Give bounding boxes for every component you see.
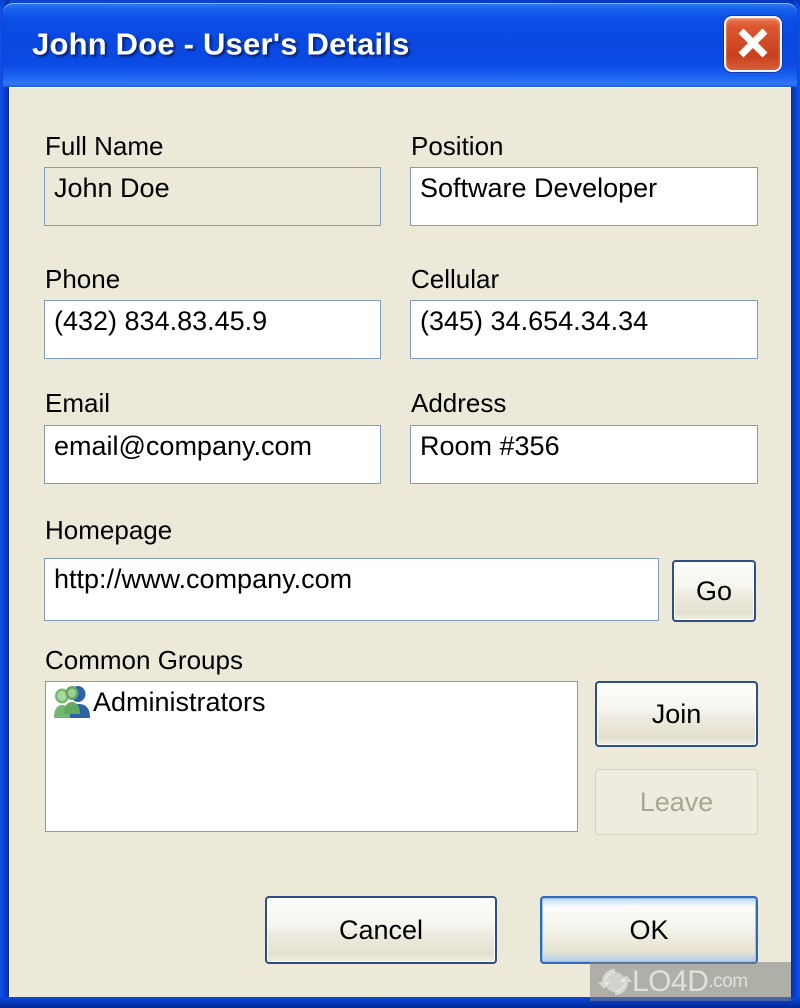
address-label: Address: [411, 388, 507, 418]
join-button[interactable]: Join: [595, 681, 758, 747]
phone-label: Phone: [45, 264, 121, 294]
watermark-name: LO4D: [632, 964, 709, 998]
address-input[interactable]: Room #356: [410, 425, 758, 484]
dialog-body: Full Name John Doe Position Software Dev…: [9, 87, 791, 997]
title-bar[interactable]: John Doe - User's Details: [3, 3, 797, 87]
go-button[interactable]: Go: [672, 560, 756, 622]
position-input[interactable]: Software Developer: [410, 167, 758, 226]
phone-input[interactable]: (432) 834.83.45.9: [44, 300, 381, 359]
watermark-tld: .com: [708, 971, 748, 992]
refresh-circle-icon: [598, 968, 632, 995]
watermark: LO4D .com: [590, 962, 791, 1001]
leave-button: Leave: [595, 769, 758, 835]
dialog-window: John Doe - User's Details Full Name John…: [0, 0, 800, 1008]
close-icon: [738, 28, 768, 58]
email-input[interactable]: email@company.com: [44, 425, 381, 484]
homepage-label: Homepage: [45, 515, 173, 545]
list-item[interactable]: Administrators: [46, 682, 577, 722]
common-groups-list[interactable]: Administrators: [45, 681, 578, 832]
cellular-label: Cellular: [411, 264, 500, 294]
full-name-input[interactable]: John Doe: [44, 167, 381, 226]
window-border-left: [0, 0, 9, 1008]
homepage-input[interactable]: http://www.company.com: [44, 558, 659, 621]
list-item-label: Administrators: [93, 686, 266, 717]
cellular-input[interactable]: (345) 34.654.34.34: [410, 300, 758, 359]
common-groups-label: Common Groups: [45, 645, 243, 675]
position-label: Position: [411, 131, 504, 161]
email-label: Email: [45, 388, 111, 418]
full-name-label: Full Name: [45, 131, 164, 161]
window-border-right: [791, 0, 800, 1008]
close-button[interactable]: [724, 16, 782, 72]
window-title: John Doe - User's Details: [32, 26, 410, 62]
ok-button[interactable]: OK: [540, 896, 758, 964]
users-group-icon: [53, 685, 91, 719]
cancel-button[interactable]: Cancel: [265, 896, 497, 964]
